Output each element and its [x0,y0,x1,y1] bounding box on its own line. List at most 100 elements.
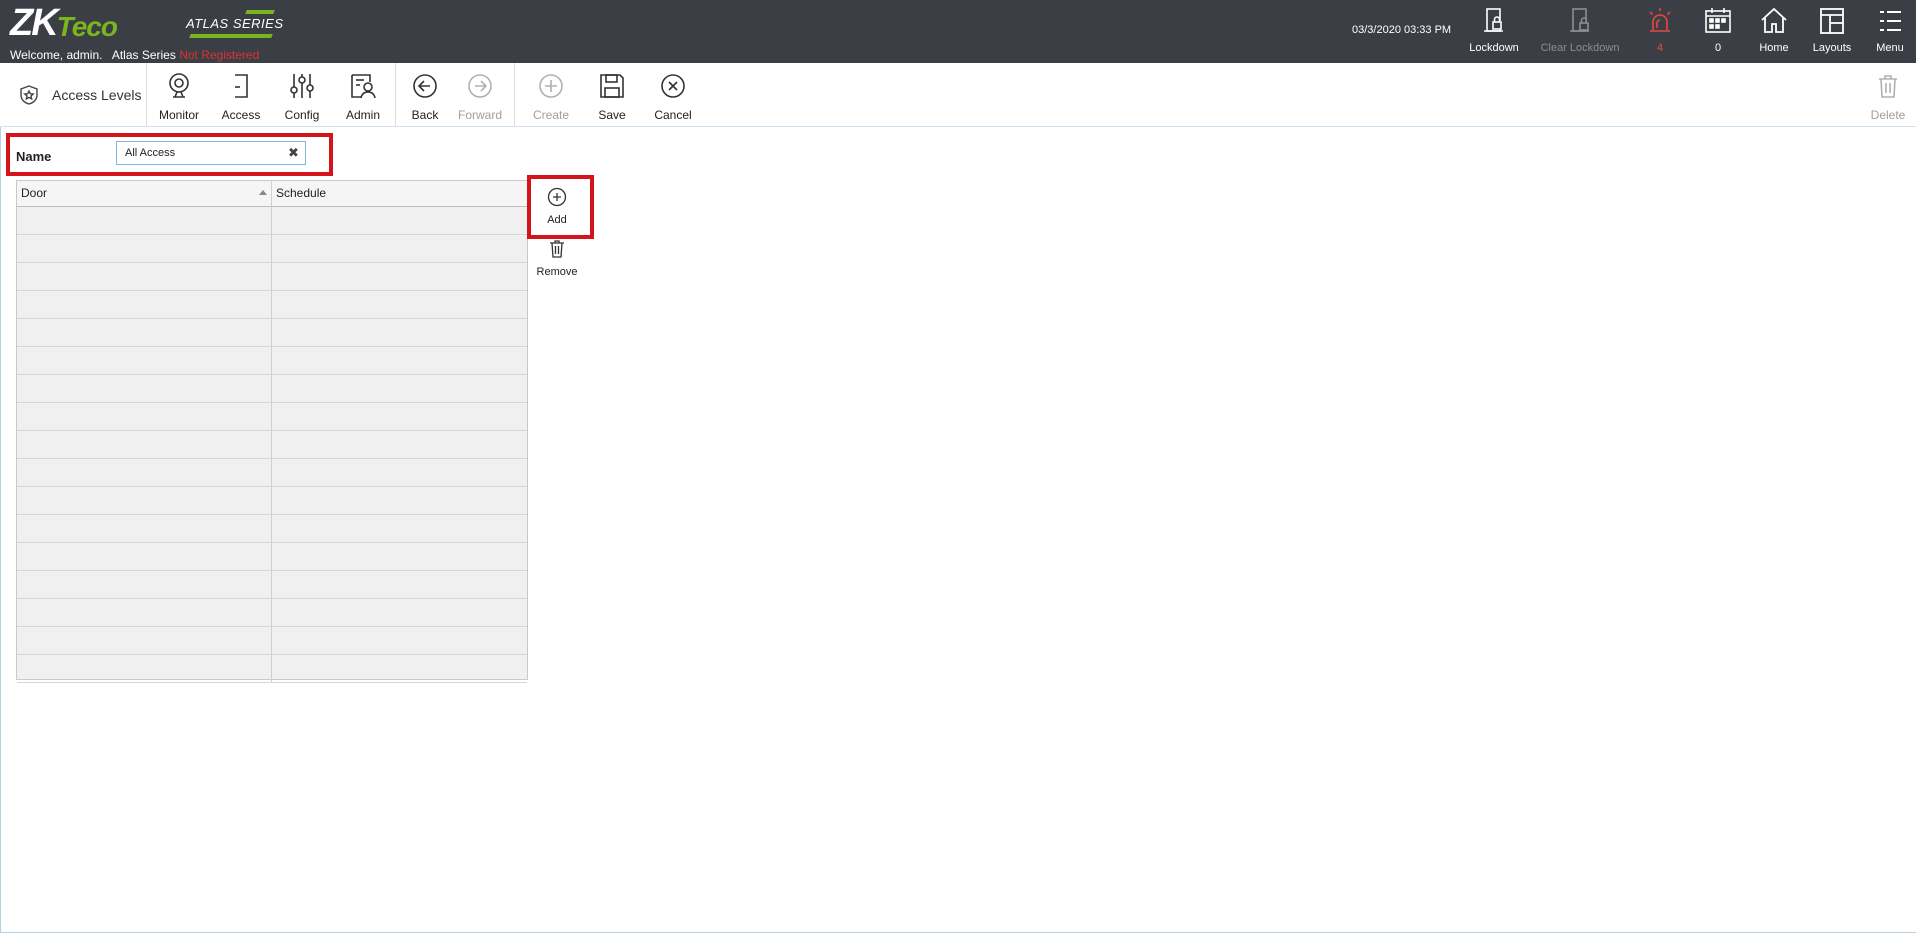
delete-label: Delete [1870,108,1906,122]
door-lock-icon [1484,8,1503,32]
shield-star-icon [20,85,38,105]
forward-button[interactable]: Forward [452,71,508,122]
table-cell [17,627,272,654]
clear-input-icon[interactable]: ✖ [288,145,299,161]
table-cell [17,599,272,626]
door-schedule-grid: Door Schedule [16,180,528,683]
table-cell [17,319,272,346]
table-row [17,599,527,627]
table-row [17,207,527,235]
table-row [17,459,527,487]
table-cell [17,375,272,402]
table-cell [17,655,272,682]
clear-lockdown-label: Clear Lockdown [1540,42,1620,54]
clear-lockdown-button[interactable]: Clear Lockdown [1538,6,1622,58]
lockdown-button[interactable]: Lockdown [1466,6,1522,58]
config-label: Config [284,108,320,122]
menu-label: Menu [1876,42,1904,54]
layouts-button[interactable]: Layouts [1804,6,1860,58]
remove-button[interactable]: Remove [529,238,585,278]
remove-label: Remove [536,266,578,278]
table-row [17,487,527,515]
table-row [17,235,527,263]
table-cell [17,431,272,458]
back-label: Back [411,108,439,122]
arrow-right-icon [468,74,492,98]
delete-button[interactable]: Delete [1860,71,1916,122]
name-input[interactable] [116,141,306,165]
table-cell [17,235,272,262]
plus-circle-icon [547,187,567,207]
create-button[interactable]: Create [523,71,579,122]
menu-button[interactable]: Menu [1862,6,1916,58]
atlas-series-text: ATLAS SERIES [186,16,284,31]
trash-icon [550,240,564,258]
save-button[interactable]: Save [584,71,640,122]
sort-ascending-icon [259,190,267,195]
lockdown-label: Lockdown [1469,42,1519,54]
create-label: Create [532,108,570,122]
save-icon [600,74,624,98]
grid-body [17,207,527,683]
door-unlock-icon [1570,8,1589,32]
name-label: Name [16,149,52,164]
access-label: Access [221,108,261,122]
current-datetime: 03/3/2020 03:33 PM [1352,24,1452,36]
table-cell [17,207,272,234]
cancel-button[interactable]: Cancel [645,71,701,122]
table-row [17,263,527,291]
calendar-icon [1705,8,1731,33]
layout-icon [1820,8,1844,34]
cancel-label: Cancel [654,108,692,122]
save-label: Save [598,108,626,122]
grid-header: Door Schedule [17,181,527,207]
table-row [17,571,527,599]
sliders-icon [290,74,314,98]
forward-label: Forward [457,108,502,122]
add-button[interactable]: Add [529,186,585,226]
table-row [17,319,527,347]
monitor-button[interactable]: Monitor [151,71,207,122]
welcome-text: Welcome, admin. [10,48,103,62]
top-bar: ZK Teco ATLAS SERIES Welcome, admin. Atl… [0,0,1916,63]
table-cell [17,459,272,486]
trash-icon [1879,75,1897,98]
layouts-label: Layouts [1812,42,1852,54]
table-row [17,655,527,683]
door-icon [235,74,248,98]
table-cell [17,347,272,374]
alarms-button[interactable]: 4 [1632,6,1688,58]
home-label: Home [1759,42,1789,54]
back-button[interactable]: Back [397,71,453,122]
admin-label: Admin [345,108,380,122]
table-cell [17,543,272,570]
logo-accent: Teco [56,11,118,42]
config-button[interactable]: Config [274,71,330,122]
admin-icon [351,74,376,99]
home-button[interactable]: Home [1746,6,1802,58]
column-header-door[interactable]: Door [17,181,272,207]
page-title-text: Access Levels [52,87,142,103]
add-label: Add [547,214,567,226]
atlas-series-badge: ATLAS SERIES [186,8,283,40]
access-button[interactable]: Access [213,71,269,122]
toolbar: Access Levels Monitor Access Config Admi… [0,63,1916,127]
webcam-icon [169,73,189,98]
table-row [17,403,527,431]
table-row [17,431,527,459]
table-row [17,347,527,375]
table-cell [17,571,272,598]
menu-icon [1880,11,1901,31]
table-row [17,291,527,319]
column-header-schedule[interactable]: Schedule [272,181,527,207]
monitor-label: Monitor [158,108,199,122]
table-cell [17,403,272,430]
events-button[interactable]: 0 [1690,6,1746,58]
alarms-count: 4 [1656,42,1664,54]
product-name: Atlas Series [111,48,176,62]
zkteco-logo: ZK Teco [10,3,118,43]
admin-button[interactable]: Admin [335,71,391,122]
table-row [17,375,527,403]
history-group: Back Forward [396,63,515,127]
events-count: 0 [1714,42,1722,54]
